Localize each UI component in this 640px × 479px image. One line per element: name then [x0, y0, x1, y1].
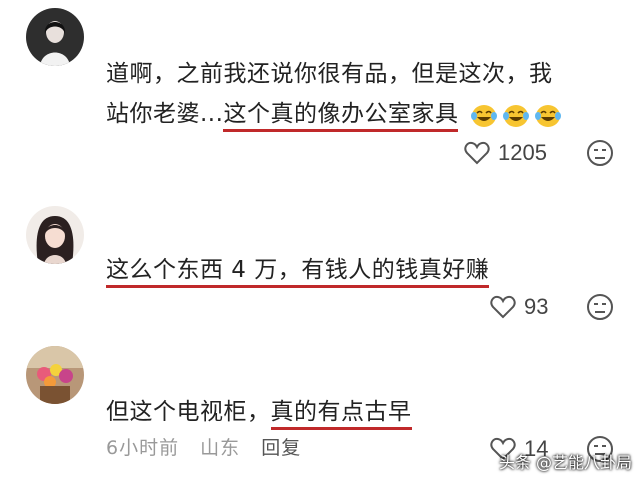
heart-icon — [490, 295, 516, 319]
avatar[interactable] — [26, 206, 84, 264]
comment-meta: 6小时前 山东 回复 — [106, 433, 315, 460]
comment-line: 道啊，之前我还说你很有品，但是这次，我 — [106, 61, 553, 87]
highlighted-text: 这么个东西 4 万，有钱人的钱真好赚 — [106, 257, 490, 288]
comment-text-plain: 站你老婆... — [106, 101, 224, 127]
dislike-face-icon[interactable] — [586, 139, 614, 167]
comment-location: 山东 — [200, 437, 241, 459]
laughing-tears-emoji-icon — [503, 104, 530, 127]
avatar[interactable] — [26, 346, 84, 404]
avatar[interactable] — [26, 8, 84, 66]
comment-text-plain: 但这个电视柜， — [106, 399, 271, 425]
comment-text: 但这个电视柜，真的有点古早 — [106, 392, 412, 432]
dislike-face-icon[interactable] — [586, 293, 614, 321]
like-count: 93 — [524, 294, 549, 319]
highlighted-text: 这个真的像办公室家具 — [223, 101, 459, 132]
like-count: 1205 — [498, 140, 547, 165]
laughing-tears-emoji-icon — [535, 104, 562, 127]
comment-time: 6小时前 — [106, 437, 180, 459]
comment-line: 站你老婆...这个真的像办公室家具 — [106, 94, 562, 134]
highlighted-text: 真的有点古早 — [270, 399, 412, 430]
like-button[interactable]: 1205 — [464, 140, 547, 166]
laughing-tears-emoji-icon — [471, 104, 498, 127]
heart-icon — [464, 141, 490, 165]
reply-button[interactable]: 回复 — [261, 437, 301, 459]
watermark: 头条 @艺能八卦局 — [498, 453, 632, 472]
like-button[interactable]: 93 — [490, 294, 548, 320]
comment-text: 道啊，之前我还说你很有品，但是这次，我 站你老婆...这个真的像办公室家具 — [106, 54, 562, 134]
comment-text: 这么个东西 4 万，有钱人的钱真好赚 — [106, 250, 490, 290]
